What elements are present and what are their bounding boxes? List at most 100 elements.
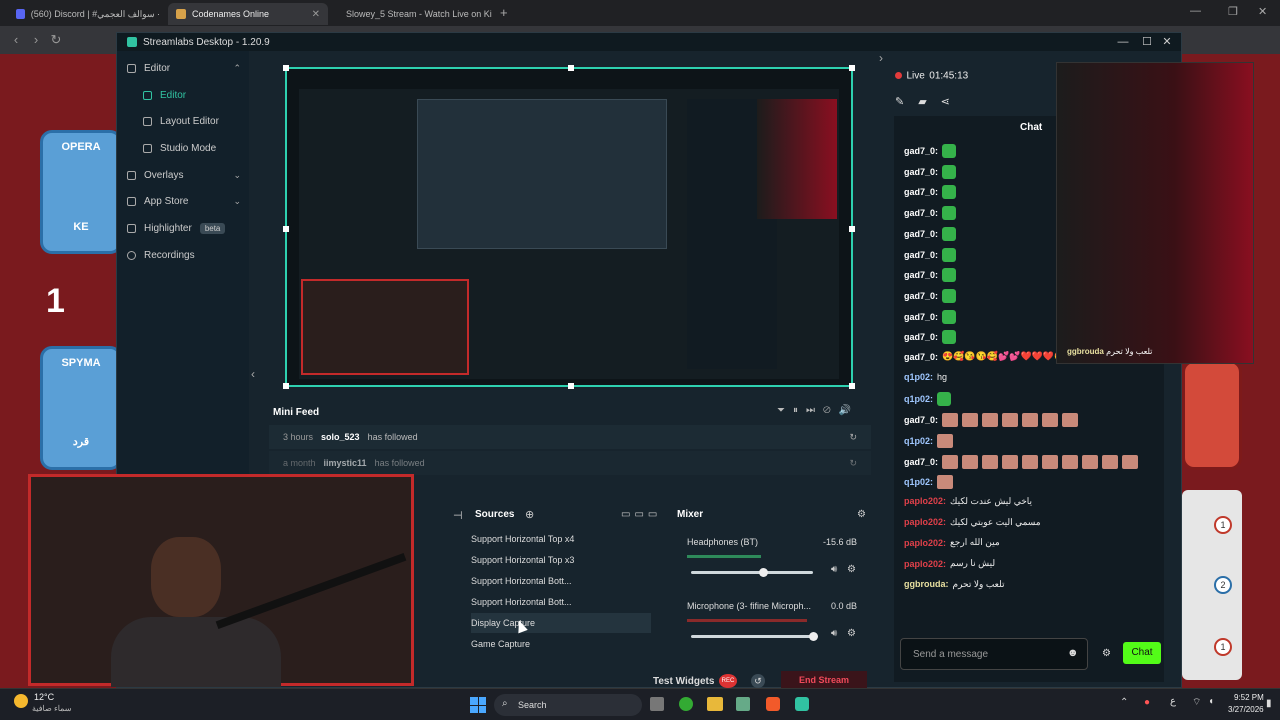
maximize-icon[interactable]: ☐: [1137, 33, 1157, 51]
chat-username[interactable]: ggbrouda:: [904, 579, 949, 589]
brave-icon[interactable]: [766, 697, 780, 711]
store-icon[interactable]: [736, 697, 750, 711]
language-indicator[interactable]: ع: [1170, 696, 1176, 707]
resize-handle[interactable]: [849, 65, 855, 71]
mixer-settings-icon[interactable]: ⚙: [857, 509, 866, 520]
volume-slider[interactable]: [691, 571, 813, 574]
resize-handle[interactable]: [849, 383, 855, 389]
chat-username[interactable]: gad7_0:: [904, 167, 938, 177]
game-card-red[interactable]: [1182, 360, 1242, 470]
back-icon[interactable]: ‹: [8, 32, 24, 48]
source-row[interactable]: Support Horizontal Bott...: [471, 571, 651, 591]
minimize-icon[interactable]: —: [1190, 5, 1201, 17]
chat-username[interactable]: q1p02:: [904, 477, 933, 487]
volume-knob[interactable]: [759, 568, 769, 577]
sidebar-item-recordings[interactable]: Recordings: [117, 242, 249, 268]
resize-handle[interactable]: [283, 226, 289, 232]
xbox-icon[interactable]: [679, 697, 693, 711]
gear-icon[interactable]: ⚙: [847, 564, 856, 575]
windows-start-icon[interactable]: [470, 697, 486, 713]
collapse-right-icon[interactable]: ›: [879, 51, 883, 65]
collapse-left-icon[interactable]: ‹: [251, 367, 255, 381]
chat-username[interactable]: gad7_0:: [904, 250, 938, 260]
new-tab-button[interactable]: +: [500, 5, 508, 20]
chat-username[interactable]: q1p02:: [904, 394, 933, 404]
chat-username[interactable]: gad7_0:: [904, 229, 938, 239]
volume-icon[interactable]: ◖: [1208, 696, 1214, 707]
forward-icon[interactable]: ›: [28, 32, 44, 48]
resize-handle[interactable]: [568, 65, 574, 71]
replay-icon[interactable]: ↻: [849, 458, 857, 469]
add-source-icon[interactable]: ⊕: [525, 508, 534, 521]
resize-handle[interactable]: [568, 383, 574, 389]
sidebar-item-editor-group[interactable]: Editor ⌃: [117, 55, 249, 81]
sidebar-item-layout-editor[interactable]: Layout Editor: [117, 108, 249, 134]
sidebar-item-studio-mode[interactable]: Studio Mode: [117, 135, 249, 161]
close-tab-icon[interactable]: ✕: [312, 9, 320, 20]
chat-username[interactable]: gad7_0:: [904, 312, 938, 322]
sidebar-item-overlays[interactable]: Overlays ⌄: [117, 162, 249, 188]
browser-tab-kick[interactable]: Slowey_5 Stream - Watch Live on Kick: [332, 3, 492, 25]
chat-username[interactable]: gad7_0:: [904, 457, 938, 467]
game-card-opera[interactable]: OPERA KE: [40, 130, 122, 254]
source-tools-icons[interactable]: ▭▭▭: [621, 509, 661, 520]
chat-username[interactable]: q1p02:: [904, 372, 933, 382]
minimize-icon[interactable]: —: [1113, 33, 1133, 51]
test-widgets-button[interactable]: Test Widgets: [653, 676, 714, 687]
game-card-spymaster[interactable]: SPYMA قرد: [40, 346, 122, 470]
chat-input[interactable]: Send a message ☻: [900, 638, 1088, 670]
source-row[interactable]: Support Horizontal Bott...: [471, 592, 651, 612]
task-view-icon[interactable]: [650, 697, 664, 711]
mini-feed-controls[interactable]: ⏷⏸⏭⊘🔊: [777, 405, 859, 416]
chat-username[interactable]: gad7_0:: [904, 208, 938, 218]
resize-handle[interactable]: [849, 226, 855, 232]
source-row[interactable]: Game Capture: [471, 634, 651, 654]
chat-username[interactable]: gad7_0:: [904, 291, 938, 301]
resize-handle[interactable]: [283, 65, 289, 71]
chat-send-button[interactable]: Chat: [1123, 642, 1161, 664]
file-explorer-icon[interactable]: [707, 697, 723, 711]
sidebar-item-editor[interactable]: Editor: [117, 82, 249, 108]
stream-preview[interactable]: [283, 65, 855, 389]
browser-tab-discord[interactable]: (560) Discord | #سوالف العجمي ·: [8, 3, 168, 25]
emoji-icon[interactable]: ☻: [1067, 647, 1079, 659]
chat-username[interactable]: paplo202:: [904, 538, 946, 548]
streamlabs-taskbar-icon[interactable]: [795, 697, 809, 711]
close-icon[interactable]: ✕: [1157, 33, 1177, 51]
resize-handle[interactable]: [283, 383, 289, 389]
chat-username[interactable]: q1p02:: [904, 436, 933, 446]
mic-icon[interactable]: ●: [1144, 697, 1150, 708]
chat-username[interactable]: gad7_0:: [904, 415, 938, 425]
chat-username[interactable]: gad7_0:: [904, 270, 938, 280]
source-row[interactable]: Support Horizontal Top x3: [471, 550, 651, 570]
replay-icon[interactable]: ↻: [849, 432, 857, 443]
chat-username[interactable]: paplo202:: [904, 517, 946, 527]
chat-settings-icon[interactable]: ⚙: [1102, 648, 1111, 659]
chat-username[interactable]: gad7_0:: [904, 187, 938, 197]
maximize-icon[interactable]: ❐: [1228, 5, 1238, 18]
weather-icon[interactable]: [14, 694, 28, 708]
source-row-selected[interactable]: Display Capture: [471, 613, 651, 633]
notification-icon[interactable]: ▮: [1266, 698, 1272, 709]
speaker-icon[interactable]: 🔊︎: [831, 628, 837, 639]
replay-buffer-icon[interactable]: ↺: [751, 674, 765, 688]
browser-tab-codenames[interactable]: Codenames Online ✕: [168, 3, 328, 25]
chat-username[interactable]: paplo202:: [904, 496, 946, 506]
reload-icon[interactable]: ↻: [48, 32, 64, 48]
end-stream-button[interactable]: End Stream: [781, 671, 867, 689]
tray-chevron-icon[interactable]: ⌃: [1120, 697, 1128, 708]
sidebar-item-app-store[interactable]: App Store ⌄: [117, 188, 249, 214]
chat-username[interactable]: gad7_0:: [904, 332, 938, 342]
wifi-icon[interactable]: ⌔: [1192, 696, 1201, 709]
volume-knob[interactable]: [808, 632, 818, 641]
gear-icon[interactable]: ⚙: [847, 628, 856, 639]
volume-slider[interactable]: [691, 635, 813, 638]
chat-username[interactable]: gad7_0:: [904, 352, 938, 362]
live-tools-icons[interactable]: ✎▰⋖: [895, 95, 1055, 108]
sidebar-item-highlighter[interactable]: Highlighter beta: [117, 215, 249, 241]
scene-collapse-icon[interactable]: ⊣: [453, 509, 463, 522]
rec-button[interactable]: REC: [719, 674, 737, 688]
speaker-icon[interactable]: 🔊︎: [831, 564, 837, 575]
chat-username[interactable]: gad7_0:: [904, 146, 938, 156]
chat-username[interactable]: paplo202:: [904, 559, 946, 569]
